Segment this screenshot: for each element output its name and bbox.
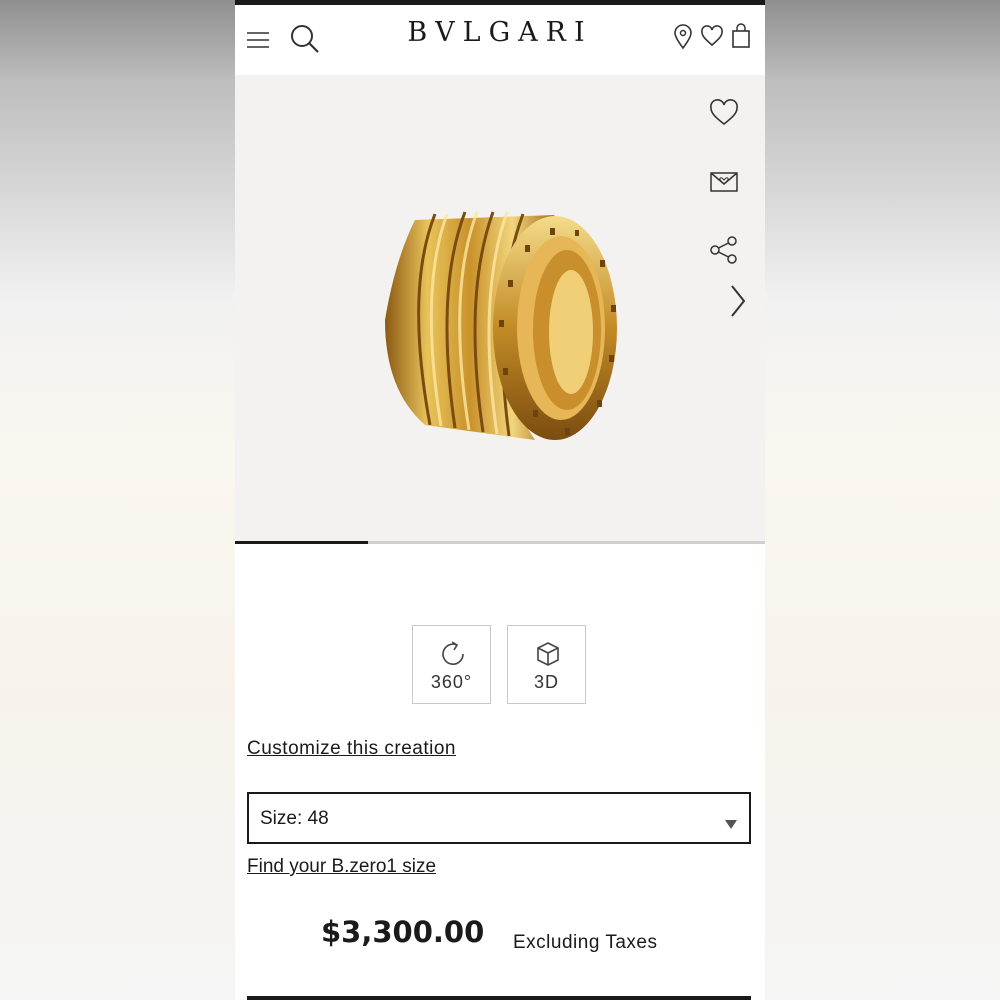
customize-link[interactable]: Customize this creation <box>247 738 456 760</box>
location-pin-icon[interactable] <box>673 24 693 50</box>
gallery-progress <box>235 541 765 544</box>
view-360-button[interactable]: 360° <box>412 625 491 704</box>
site-header: BVLGARI <box>235 5 765 75</box>
gallery-progress-fill <box>235 541 368 544</box>
find-size-link[interactable]: Find your B.zero1 size <box>247 856 436 878</box>
size-select-value: Size: 48 <box>260 808 329 829</box>
product-price: $3,300.00 <box>321 915 485 949</box>
mail-icon[interactable] <box>709 171 739 197</box>
add-to-bag-button-edge[interactable] <box>247 996 751 1000</box>
shopping-bag-icon[interactable] <box>731 23 751 49</box>
chevron-right-icon[interactable] <box>729 283 747 323</box>
rotate-icon <box>439 640 467 672</box>
wishlist-heart-icon[interactable] <box>700 25 724 47</box>
view-3d-button[interactable]: 3D <box>507 625 586 704</box>
view-3d-label: 3D <box>533 672 559 692</box>
heart-icon[interactable] <box>709 99 739 131</box>
size-select[interactable]: Size: 48 <box>247 792 751 844</box>
share-icon[interactable] <box>709 235 739 269</box>
product-gallery[interactable] <box>235 75 765 541</box>
view-360-label: 360° <box>430 672 473 692</box>
price-tax-note: Excluding Taxes <box>513 932 658 953</box>
cube-icon <box>534 640 562 672</box>
product-page: BVLGARI 360° 3D Customize this creation … <box>235 0 765 1000</box>
caret-down-icon <box>725 814 737 833</box>
product-image-ring <box>375 200 645 454</box>
